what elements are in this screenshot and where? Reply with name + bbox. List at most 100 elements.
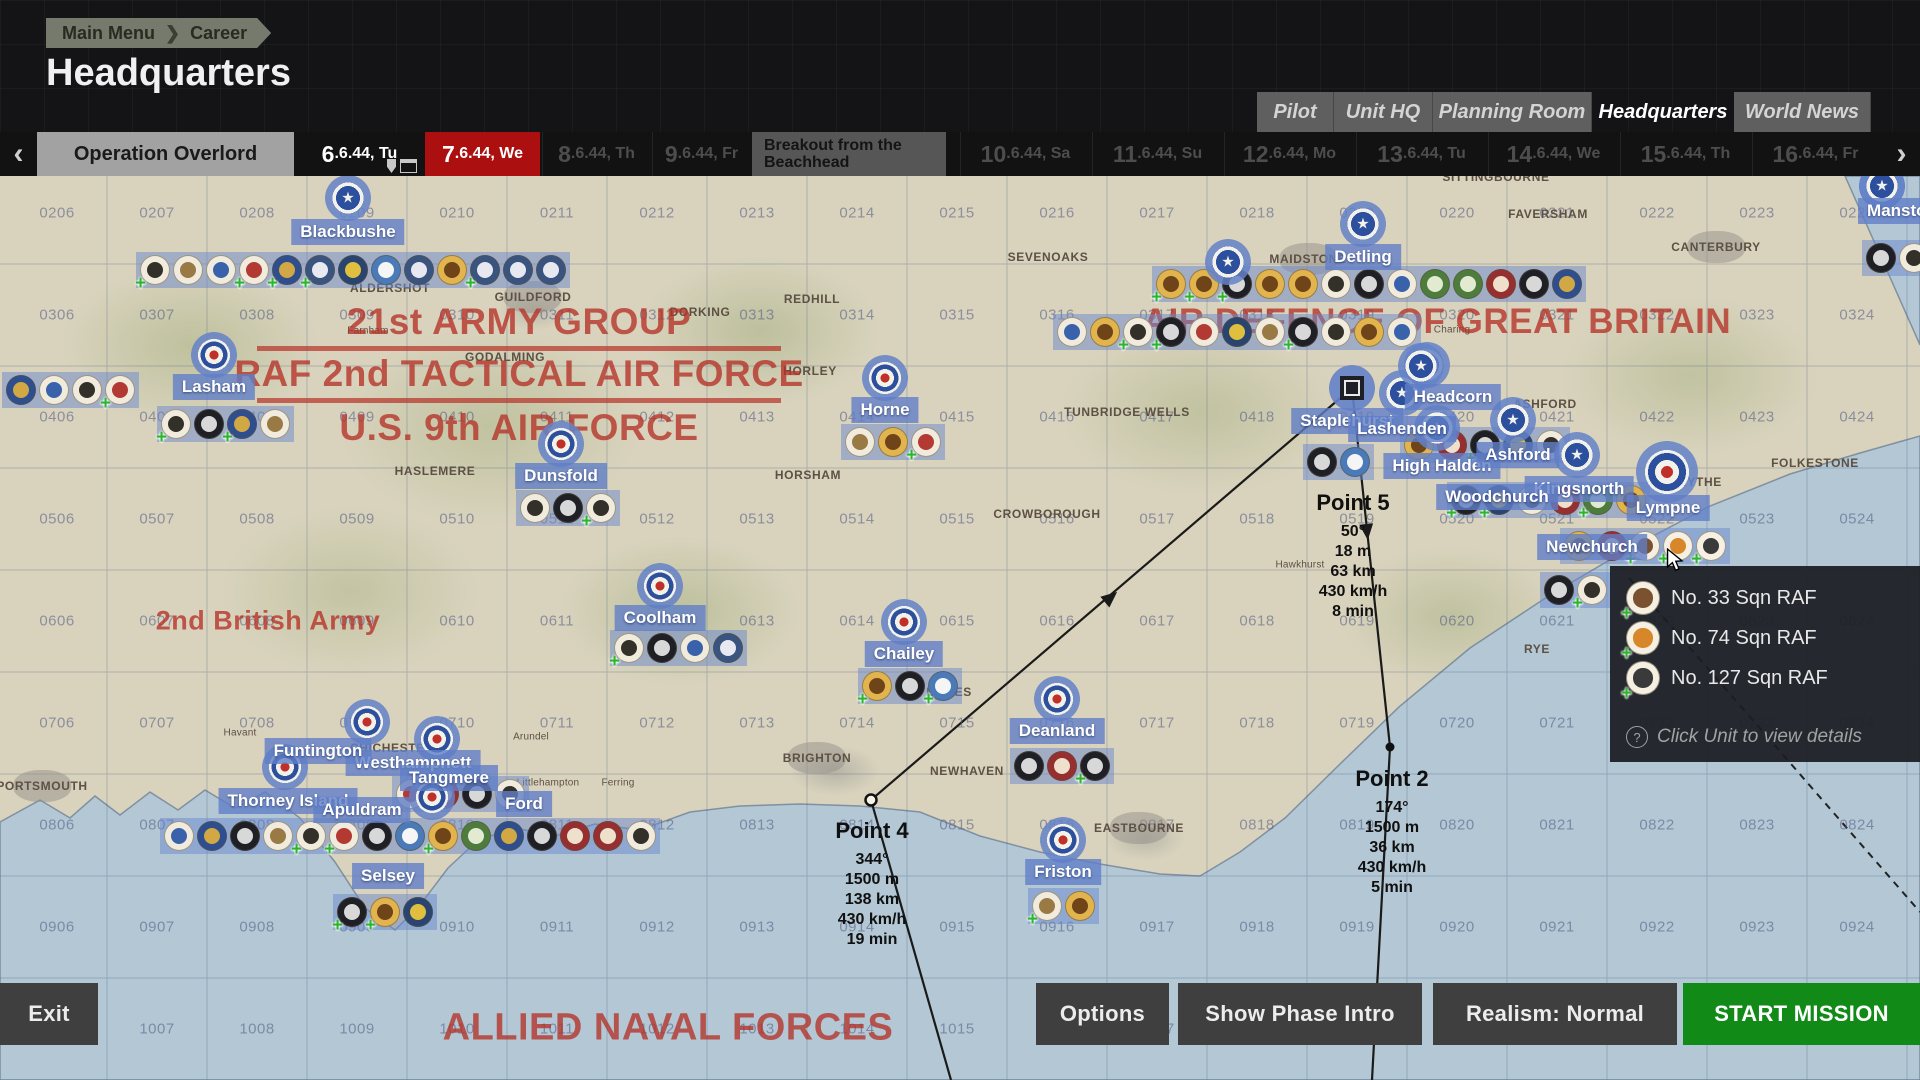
raf-roundel-marker[interactable]: [1636, 441, 1698, 503]
airfield-label-lasham[interactable]: Lasham: [173, 374, 255, 400]
squadron-emblem[interactable]: [1255, 269, 1285, 299]
airfield-label-deanland[interactable]: Deanland: [1010, 718, 1105, 744]
raf-roundel-marker[interactable]: [862, 355, 908, 401]
timeline-day-tab[interactable]: 16.6.44, Fr: [1752, 132, 1878, 176]
squadron-emblem[interactable]: [260, 409, 290, 439]
squadron-emblem[interactable]: [1321, 317, 1351, 347]
squadron-emblem[interactable]: [173, 255, 203, 285]
squadron-emblem[interactable]: +: [296, 821, 326, 851]
squadron-emblem[interactable]: +: [470, 255, 500, 285]
tooltip-unit-row[interactable]: +No. 127 Sqn RAF: [1626, 658, 1920, 698]
airfield-label-dunsfold[interactable]: Dunsfold: [515, 463, 607, 489]
squadron-emblem[interactable]: [1307, 447, 1337, 477]
airfield-label-lashenden[interactable]: Lashenden: [1348, 416, 1456, 442]
timeline-day-tab[interactable]: 9.6.44, Fr: [652, 132, 750, 176]
airfield-label-selsey[interactable]: Selsey: [352, 863, 424, 889]
timeline-next-button[interactable]: ›: [1883, 132, 1920, 176]
tab-pilot[interactable]: Pilot: [1257, 92, 1334, 132]
squadron-emblem[interactable]: +: [1288, 317, 1318, 347]
squadron-emblem[interactable]: [520, 493, 550, 523]
airfield-label-ford[interactable]: Ford: [496, 791, 552, 817]
raf-roundel-marker[interactable]: [1034, 676, 1080, 722]
squadron-emblem[interactable]: [494, 821, 524, 851]
usaaf-airfield-marker[interactable]: [1398, 343, 1444, 389]
squadron-emblem[interactable]: [1519, 269, 1549, 299]
airfield-label-detling[interactable]: Detling: [1325, 244, 1401, 270]
squadron-emblem[interactable]: +: [305, 255, 335, 285]
raf-roundel-marker[interactable]: [637, 563, 683, 609]
raf-roundel-marker[interactable]: [538, 421, 584, 467]
breadcrumb-item-main-menu[interactable]: Main Menu: [62, 23, 155, 44]
squadron-emblem[interactable]: [1552, 269, 1582, 299]
squadron-emblem[interactable]: [1420, 269, 1450, 299]
squadron-emblem[interactable]: [72, 375, 102, 405]
squadron-emblem[interactable]: [503, 255, 533, 285]
timeline-phase-tab[interactable]: Operation Overlord: [37, 132, 294, 176]
squadron-emblem[interactable]: [395, 821, 425, 851]
squadron-emblem[interactable]: +: [329, 821, 359, 851]
raf-roundel-marker[interactable]: [881, 599, 927, 645]
squadron-emblem[interactable]: [437, 255, 467, 285]
squadron-emblem[interactable]: [1544, 575, 1574, 605]
unit-emblem-icon[interactable]: +: [1626, 581, 1660, 615]
breadcrumb[interactable]: Main Menu❯Career: [46, 18, 271, 48]
airfield-label-friston[interactable]: Friston: [1025, 859, 1101, 885]
squadron-emblem[interactable]: [461, 821, 491, 851]
airfield-label-coolham[interactable]: Coolham: [615, 605, 706, 631]
show-phase-intro-button[interactable]: Show Phase Intro: [1178, 983, 1422, 1045]
raf-roundel-marker[interactable]: [191, 332, 237, 378]
squadron-emblem[interactable]: [1047, 751, 1077, 781]
squadron-emblem[interactable]: [845, 427, 875, 457]
selected-airfield-marker[interactable]: [1329, 365, 1375, 411]
squadron-emblem[interactable]: [1899, 243, 1920, 273]
tab-unit-hq[interactable]: Unit HQ: [1334, 92, 1433, 132]
timeline-day-tab[interactable]: 8.6.44, Th: [542, 132, 650, 176]
squadron-emblem[interactable]: [197, 821, 227, 851]
squadron-emblem[interactable]: [194, 409, 224, 439]
squadron-emblem[interactable]: [1288, 269, 1318, 299]
squadron-emblem[interactable]: [593, 821, 623, 851]
breadcrumb-item-career[interactable]: Career: [190, 23, 247, 44]
tooltip-unit-row[interactable]: +No. 74 Sqn RAF: [1626, 618, 1920, 658]
squadron-emblem[interactable]: +: [1696, 531, 1726, 561]
usaaf-airfield-marker[interactable]: [325, 175, 371, 221]
squadron-emblem[interactable]: [527, 821, 557, 851]
squadron-emblem[interactable]: +: [272, 255, 302, 285]
squadron-emblem[interactable]: +: [614, 633, 644, 663]
squadron-emblem[interactable]: [1222, 317, 1252, 347]
timeline-day-tab[interactable]: 11.6.44, Su: [1092, 132, 1222, 176]
airfield-label-woodchurch[interactable]: Woodchurch: [1436, 484, 1558, 510]
squadron-emblem[interactable]: +: [1123, 317, 1153, 347]
timeline-event-tab[interactable]: Breakout from the Beachhead: [752, 132, 946, 176]
squadron-emblem[interactable]: [338, 255, 368, 285]
squadron-emblem[interactable]: [1090, 317, 1120, 347]
timeline-day-tab[interactable]: 13.6.44, Tu: [1356, 132, 1486, 176]
timeline-day-tab[interactable]: 7.6.44, We: [425, 132, 540, 176]
squadron-emblem[interactable]: [403, 897, 433, 927]
airfield-label-blackbushe[interactable]: Blackbushe: [291, 219, 404, 245]
squadron-emblem[interactable]: [263, 821, 293, 851]
squadron-emblem[interactable]: +: [911, 427, 941, 457]
timeline-day-tab[interactable]: 15.6.44, Th: [1620, 132, 1750, 176]
squadron-emblem[interactable]: +: [928, 671, 958, 701]
squadron-emblem[interactable]: [1065, 891, 1095, 921]
squadron-emblem[interactable]: [1189, 317, 1219, 347]
airfield-label-newchurch[interactable]: Newchurch: [1537, 534, 1647, 560]
squadron-emblem[interactable]: +: [1577, 575, 1607, 605]
airfield-label-manston[interactable]: Manston: [1858, 198, 1920, 224]
tab-world-news[interactable]: World News: [1734, 92, 1871, 132]
squadron-emblem[interactable]: [39, 375, 69, 405]
airfield-label-headcorn[interactable]: Headcorn: [1405, 384, 1501, 410]
squadron-emblem[interactable]: [647, 633, 677, 663]
squadron-emblem[interactable]: +: [105, 375, 135, 405]
timeline-prev-button[interactable]: ‹: [0, 132, 37, 176]
usaaf-airfield-marker[interactable]: [1205, 239, 1251, 285]
airfield-label-apuldram[interactable]: Apuldram: [313, 797, 410, 823]
timeline-day-tab[interactable]: 12.6.44, Mo: [1224, 132, 1354, 176]
squadron-emblem[interactable]: [404, 255, 434, 285]
squadron-emblem[interactable]: +: [428, 821, 458, 851]
squadron-emblem[interactable]: [362, 821, 392, 851]
timeline-day-tab[interactable]: 10.6.44, Sa: [960, 132, 1090, 176]
squadron-emblem[interactable]: +: [161, 409, 191, 439]
squadron-emblem[interactable]: +: [586, 493, 616, 523]
